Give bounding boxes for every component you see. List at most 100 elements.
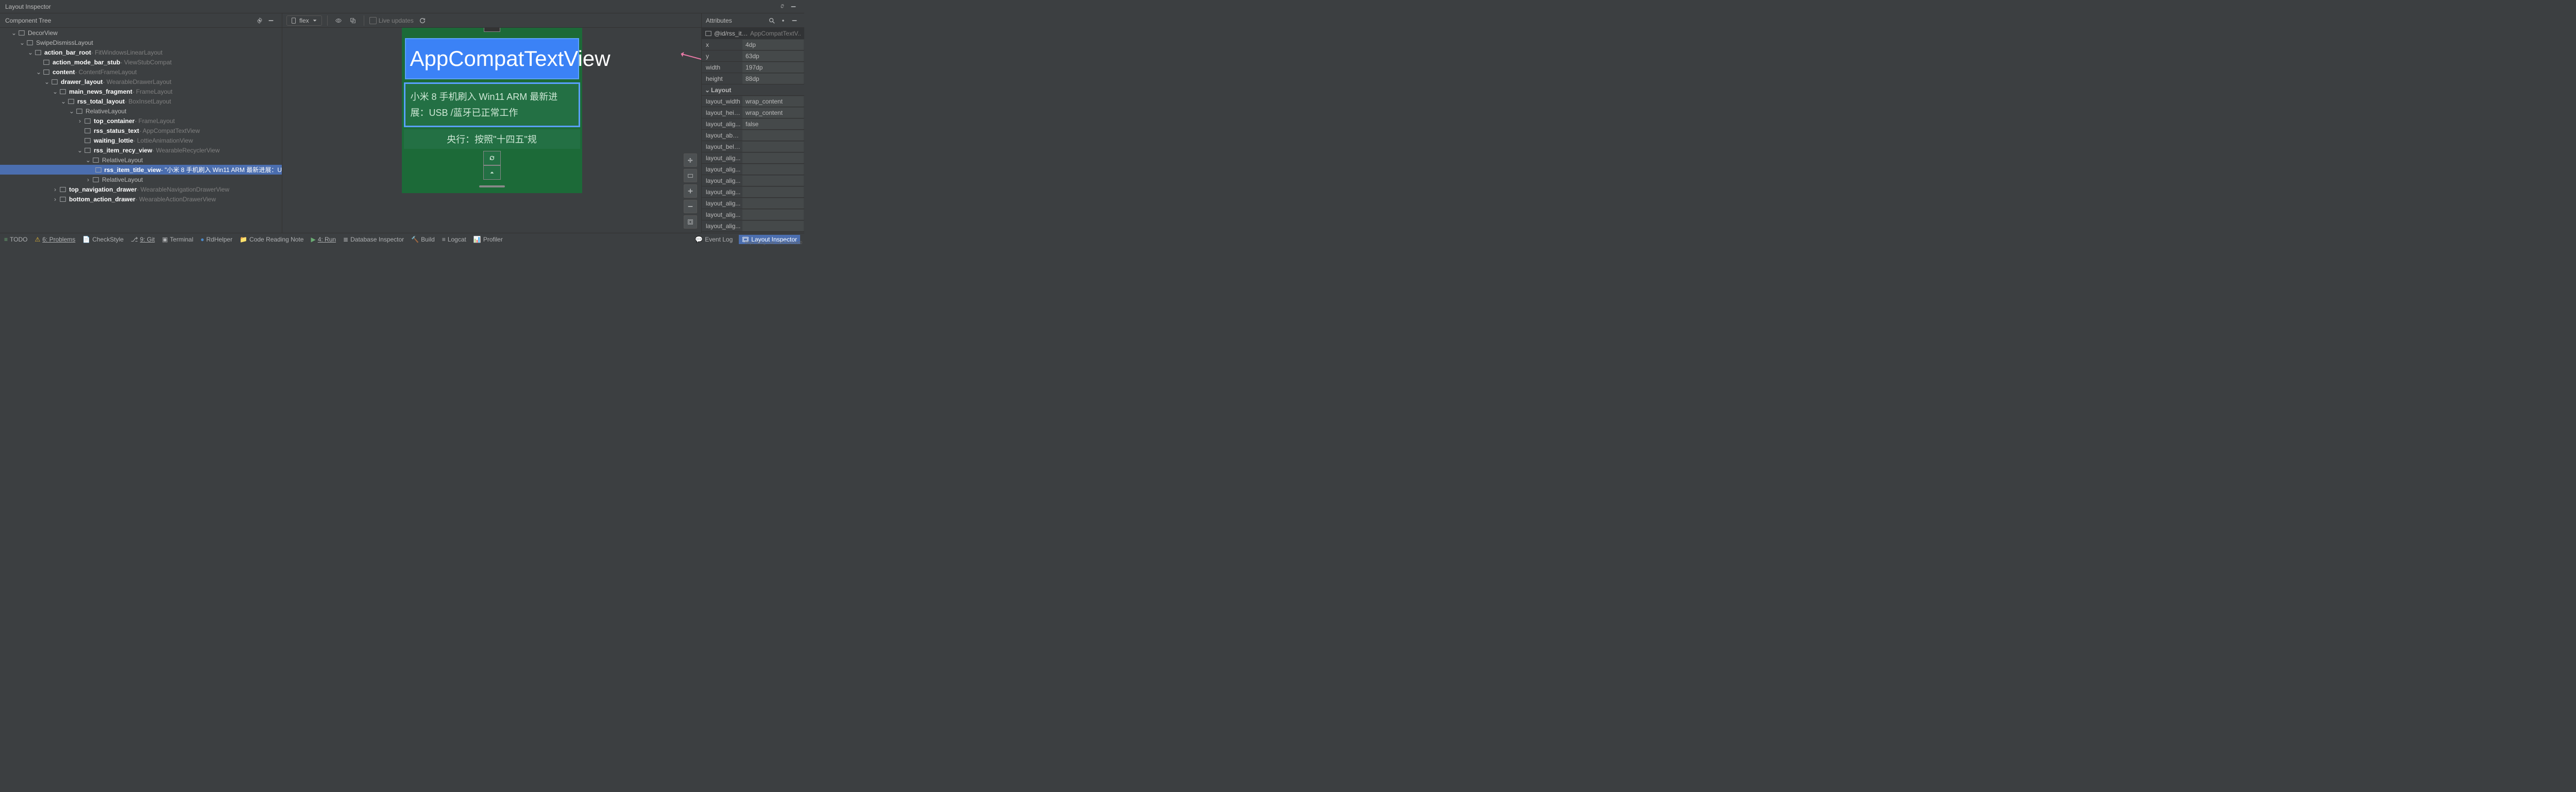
search-icon[interactable] (766, 15, 777, 26)
eye-icon[interactable] (333, 15, 344, 26)
expand-toggle[interactable]: ⌄ (76, 147, 83, 154)
tree-row[interactable]: ⌄content - ContentFrameLayout (0, 67, 282, 77)
expand-toggle[interactable]: ⌄ (35, 68, 42, 76)
attribute-row[interactable]: layout_alig... (702, 198, 804, 209)
tree-body[interactable]: ⌄DecorView⌄SwipeDismissLayout⌄action_bar… (0, 28, 282, 233)
attribute-row[interactable]: layout_below (702, 141, 804, 152)
minimize-icon[interactable] (789, 15, 800, 26)
attribute-row[interactable]: y63dp (702, 50, 804, 62)
attribute-row[interactable]: layout_alig... (702, 209, 804, 220)
eventlog-toolwindow[interactable]: 💬Event Log (695, 235, 733, 244)
expand-toggle[interactable]: ⌄ (68, 108, 75, 115)
attr-value[interactable] (742, 176, 804, 186)
minimize-icon[interactable] (788, 1, 799, 12)
tree-row[interactable]: rss_item_title_view - "小米 8 手机刷入 Win11 A… (0, 165, 282, 175)
expand-up-button[interactable] (483, 165, 501, 180)
run-toolwindow[interactable]: ▶4: Run (311, 236, 336, 243)
logcat-toolwindow[interactable]: ≡Logcat (442, 236, 466, 243)
attr-value[interactable] (742, 187, 804, 197)
checkstyle-toolwindow[interactable]: 📄CheckStyle (82, 236, 124, 243)
attr-value[interactable]: 63dp (742, 51, 804, 61)
attribute-row[interactable]: layout_alig... (702, 186, 804, 198)
refresh-watch-button[interactable] (483, 151, 501, 165)
tree-row[interactable]: ⌄main_news_fragment - FrameLayout (0, 87, 282, 96)
attribute-row[interactable]: layout_alig... (702, 175, 804, 186)
tree-row[interactable]: ⌄DecorView (0, 28, 282, 38)
tree-row[interactable]: ⌄SwipeDismissLayout (0, 38, 282, 47)
dbinspector-toolwindow[interactable]: ≣Database Inspector (343, 236, 404, 243)
attr-value[interactable] (742, 164, 804, 175)
gear-icon[interactable] (777, 15, 789, 26)
attribute-row[interactable]: layout_alig...false (702, 118, 804, 130)
expand-toggle[interactable]: ⌄ (52, 88, 59, 95)
expand-toggle[interactable]: › (76, 117, 83, 125)
attributes-body[interactable]: x4dpy63dpwidth197dpheight88dp⌄Layoutlayo… (702, 39, 804, 232)
expand-toggle[interactable]: ⌄ (60, 98, 67, 105)
checkbox-icon[interactable] (369, 17, 377, 24)
attribute-row[interactable]: x4dp (702, 39, 804, 50)
preview-body[interactable]: AppCompatTextView 小米 8 手机刷入 Win11 ARM 最新… (282, 28, 701, 233)
next-news-card[interactable]: 央行：按照"十四五"规 (404, 129, 580, 149)
attr-value[interactable]: 4dp (742, 40, 804, 50)
overlay-icon[interactable] (347, 15, 359, 26)
tree-row[interactable]: ⌄rss_total_layout - BoxInsetLayout (0, 96, 282, 106)
selection-overlay-label[interactable]: AppCompatTextView (405, 38, 579, 79)
attr-value[interactable] (742, 210, 804, 220)
refresh-icon[interactable] (417, 15, 428, 26)
tree-row[interactable]: ⌄rss_item_recy_view - WearableRecyclerVi… (0, 145, 282, 155)
expand-toggle[interactable]: ⌄ (27, 49, 34, 56)
attr-value[interactable]: wrap_content (742, 96, 804, 107)
codenote-toolwindow[interactable]: 📁Code Reading Note (240, 236, 303, 243)
git-toolwindow[interactable]: ⎇9: Git (131, 236, 155, 243)
expand-toggle[interactable]: ⌄ (10, 29, 18, 37)
attr-value[interactable]: wrap_content (742, 108, 804, 118)
build-toolwindow[interactable]: 🔨Build (411, 236, 435, 243)
rdhelper-toolwindow[interactable]: ●RdHelper (200, 236, 232, 243)
expand-toggle[interactable]: ⌄ (19, 39, 26, 46)
profiler-toolwindow[interactable]: 📊Profiler (473, 236, 503, 243)
section-header[interactable]: ⌄Layout (702, 84, 804, 96)
gear-icon[interactable] (254, 15, 265, 26)
attribute-row[interactable]: layout_above (702, 130, 804, 141)
zoom-out-icon[interactable] (684, 200, 697, 213)
device-select-button[interactable]: flex (286, 15, 322, 26)
tree-row[interactable]: action_mode_bar_stub - ViewStubCompat (0, 57, 282, 67)
tree-row[interactable]: ›top_container - FrameLayout (0, 116, 282, 126)
attr-value[interactable] (742, 221, 804, 231)
attr-value[interactable] (742, 142, 804, 152)
todo-toolwindow[interactable]: ≡TODO (4, 236, 27, 243)
tree-row[interactable]: ⌄RelativeLayout (0, 155, 282, 165)
tree-row[interactable]: ›bottom_action_drawer - WearableActionDr… (0, 194, 282, 204)
minimize-icon[interactable] (265, 15, 277, 26)
attr-value[interactable]: false (742, 119, 804, 129)
attr-value[interactable] (742, 130, 804, 141)
tree-row[interactable]: ›top_navigation_drawer - WearableNavigat… (0, 184, 282, 194)
attr-value[interactable] (742, 198, 804, 209)
attribute-row[interactable]: layout_alig... (702, 164, 804, 175)
selected-news-card[interactable]: 小米 8 手机刷入 Win11 ARM 最新进展：USB /蓝牙已正常工作 (404, 82, 580, 127)
expand-toggle[interactable]: › (84, 176, 92, 183)
attribute-row[interactable]: layout_alig... (702, 220, 804, 232)
attr-value[interactable] (742, 153, 804, 163)
expand-toggle[interactable]: ⌄ (84, 157, 92, 164)
problems-toolwindow[interactable]: ⚠6: Problems (35, 236, 75, 243)
tree-row[interactable]: ›RelativeLayout (0, 175, 282, 184)
tree-row[interactable]: rss_status_text - AppCompatTextView (0, 126, 282, 135)
tree-row[interactable]: waiting_lottie - LottieAnimationView (0, 135, 282, 145)
pan-icon[interactable] (684, 153, 697, 167)
attribute-row[interactable]: layout_widthwrap_content (702, 96, 804, 107)
terminal-toolwindow[interactable]: ▣Terminal (162, 236, 193, 243)
tree-row[interactable]: ⌄RelativeLayout (0, 106, 282, 116)
attribute-row[interactable]: height88dp (702, 73, 804, 84)
gear-icon[interactable] (776, 1, 788, 12)
attr-value[interactable]: 197dp (742, 62, 804, 73)
attribute-row[interactable]: layout_alig... (702, 152, 804, 164)
expand-toggle[interactable]: › (52, 196, 59, 203)
expand-toggle[interactable]: › (52, 186, 59, 193)
zoom-fit-icon[interactable] (684, 215, 697, 229)
expand-toggle[interactable]: ⌄ (43, 78, 50, 85)
attr-value[interactable]: 88dp (742, 74, 804, 84)
tree-row[interactable]: ⌄drawer_layout - WearableDrawerLayout (0, 77, 282, 87)
live-updates-toggle[interactable]: Live updates (369, 17, 414, 24)
zoom-in-icon[interactable] (684, 184, 697, 198)
